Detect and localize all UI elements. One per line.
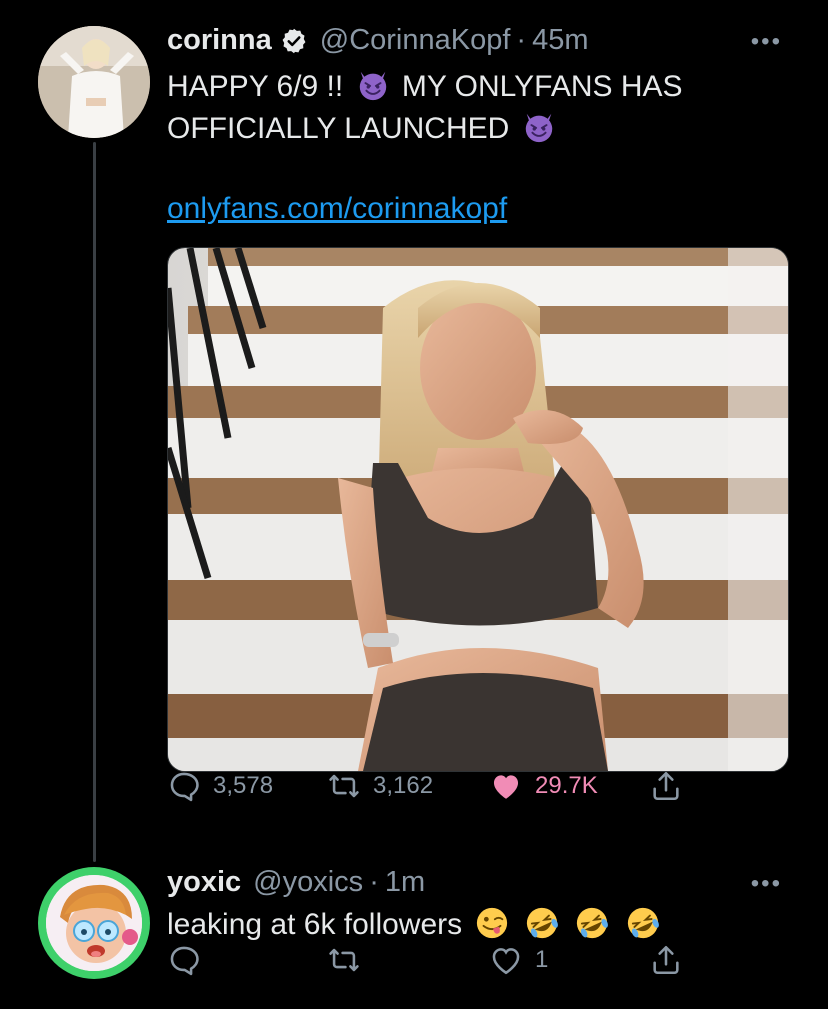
tweet-text-part-1: HAPPY 6/9 !! <box>167 70 352 103</box>
author-name[interactable]: yoxic <box>167 866 241 899</box>
photo-image <box>168 248 788 771</box>
like-button[interactable]: 29.7K <box>489 769 598 803</box>
reply-icon <box>170 772 199 802</box>
avatar-yoxic[interactable] <box>38 867 150 979</box>
author-handle[interactable]: @CorinnaKopf <box>320 24 511 57</box>
tweet-text: HAPPY 6/9 !! MY ONLYFANS HAS OFFICIALLY … <box>167 66 767 150</box>
retweet-icon <box>329 948 359 972</box>
share-button[interactable] <box>649 769 683 803</box>
tweet-link[interactable]: onlyfans.com/corinnakopf <box>167 192 507 226</box>
like-button[interactable]: 1 <box>489 943 548 977</box>
more-options-icon[interactable]: ••• <box>751 870 782 898</box>
like-count: 29.7K <box>535 772 598 799</box>
rofl-emoji-icon <box>627 907 659 939</box>
timestamp[interactable]: 45m <box>532 24 588 57</box>
separator-dot: · <box>516 24 527 56</box>
timestamp[interactable]: 1m <box>385 866 425 899</box>
share-icon <box>653 771 679 801</box>
smiling-imp-emoji-icon <box>359 71 386 101</box>
reply-button[interactable] <box>167 943 201 977</box>
tweet-reply: yoxic @yoxics · 1m ••• leaking at 6k fol… <box>0 850 828 1009</box>
tweet-text-content: leaking at 6k followers <box>167 908 463 941</box>
heart-outline-icon <box>492 948 520 975</box>
separator-dot: · <box>369 866 379 898</box>
tweet-text: leaking at 6k followers <box>167 904 787 946</box>
verified-badge-icon <box>282 28 306 53</box>
author-handle[interactable]: @yoxics <box>253 866 363 899</box>
heart-filled-icon <box>493 775 519 799</box>
tweet-header: yoxic @yoxics · 1m <box>167 866 425 899</box>
retweet-count: 3,162 <box>373 772 434 799</box>
retweet-button[interactable] <box>327 943 361 977</box>
rofl-emoji-icon <box>577 907 609 939</box>
winking-tongue-emoji-icon <box>476 907 507 939</box>
reply-button[interactable]: 3,578 <box>167 769 273 803</box>
smiling-imp-emoji-icon <box>525 113 552 143</box>
tweet-media-photo[interactable] <box>167 247 789 772</box>
retweet-button[interactable]: 3,162 <box>327 769 433 803</box>
retweet-icon <box>329 774 359 798</box>
tweet-main: corinna @CorinnaKopf · 45m ••• HAPPY 6/9… <box>0 0 828 840</box>
author-name[interactable]: corinna <box>167 24 272 57</box>
share-icon <box>653 945 679 975</box>
reply-count: 3,578 <box>213 772 274 799</box>
rofl-emoji-icon <box>526 907 558 939</box>
avatar-illustration <box>46 875 142 971</box>
like-count: 1 <box>535 946 549 973</box>
tweet-header: corinna @CorinnaKopf · 45m <box>167 24 589 57</box>
avatar-corinna[interactable] <box>38 26 150 138</box>
more-options-icon[interactable]: ••• <box>751 28 782 56</box>
share-button[interactable] <box>649 943 683 977</box>
reply-icon <box>170 946 199 976</box>
